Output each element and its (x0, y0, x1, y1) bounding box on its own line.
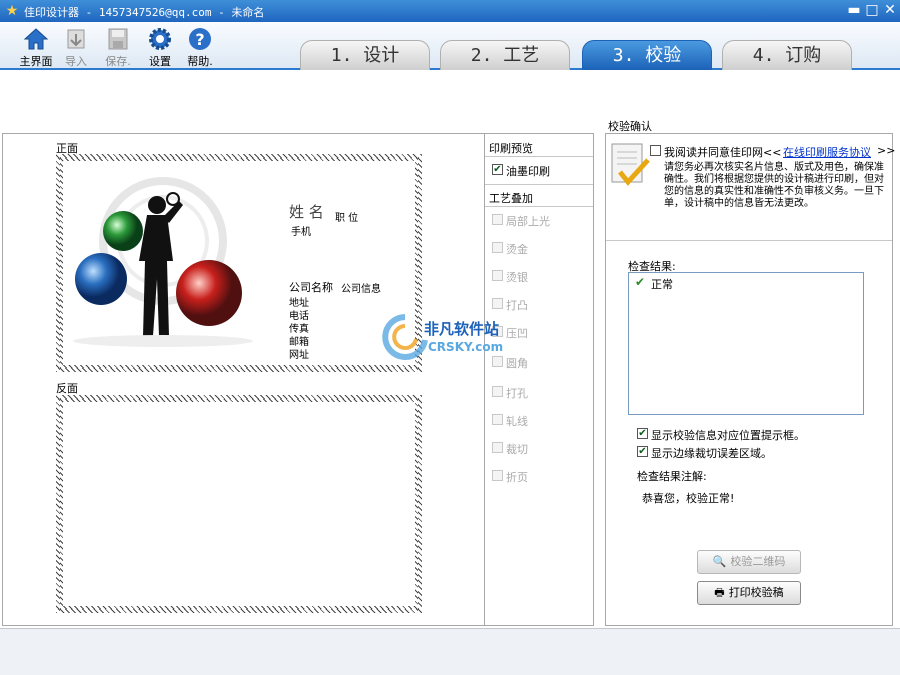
result-item: 正常 (651, 278, 673, 291)
craft-checkbox[interactable] (492, 470, 503, 481)
import-icon (67, 29, 85, 49)
home-button[interactable]: 主界面 (16, 24, 56, 68)
back-card (63, 402, 415, 606)
craft-checkbox[interactable] (492, 270, 503, 281)
craft-label: 打凸 (506, 299, 528, 312)
printer-icon: 🖶 (714, 586, 725, 599)
craft-checkbox[interactable] (492, 298, 503, 309)
craft-checkbox[interactable] (492, 242, 503, 253)
toolbar: 主界面 导入 保存. 设置 ? 帮助. 1. 设计 2. 工艺 3. 校验 4.… (0, 22, 900, 70)
card-company: 公司名称 (289, 281, 333, 294)
title-bar: ★ 佳印设计器 - 1457347526@qq.com - 未命名 ▬ □ ✕ (0, 0, 900, 22)
ink-print-checkbox[interactable]: ✔ (492, 164, 503, 175)
verify-title: 校验确认 (608, 120, 652, 133)
divider (606, 240, 892, 241)
watermark-text-en: CRSKY.com (428, 340, 504, 354)
agree-checkbox[interactable] (650, 145, 661, 156)
window-title: 佳印设计器 - 1457347526@qq.com - 未命名 (24, 6, 265, 19)
service-agreement-link[interactable]: 在线印刷服务协议 (783, 144, 871, 160)
qr-verify-button[interactable]: 🔍 校验二维码 (697, 550, 801, 574)
help-icon: ? (189, 28, 211, 50)
save-button[interactable]: 保存. (98, 24, 138, 68)
divider (485, 206, 593, 207)
watermark-text-cn: 非凡软件站 (424, 320, 500, 338)
card-position: 职 位 (335, 213, 359, 224)
craft-label: 烫银 (506, 271, 528, 284)
watermark-logo: 非凡软件站 CRSKY.com (380, 312, 520, 362)
result-list[interactable]: ✔ 正常 (628, 272, 864, 415)
back-card-frame (56, 395, 422, 613)
card-mobile: 手机 (291, 227, 311, 238)
show-position-checkbox[interactable]: ✔ (637, 428, 648, 439)
agree-text: 我阅读并同意佳印网<< (664, 146, 782, 159)
check-icon: ✔ (635, 275, 646, 289)
minimize-button[interactable]: ▬ (846, 3, 862, 19)
maximize-button[interactable]: □ (864, 3, 880, 19)
show-bleed-label: 显示边缘裁切误差区域。 (651, 447, 772, 460)
status-bar (0, 628, 900, 675)
clipboard-check-icon (611, 143, 650, 186)
app-star-icon: ★ (5, 3, 19, 19)
craft-title: 工艺叠加 (489, 192, 533, 205)
card-name: 姓 名 (289, 203, 324, 221)
print-proof-button[interactable]: 🖶 打印校验稿 (697, 581, 801, 605)
tab-design[interactable]: 1. 设计 (300, 40, 430, 70)
divider (485, 156, 593, 157)
notice-text: 请您务必再次核实名片信息、版式及用色，确保准确性。我们将根据您提供的设计稿进行印… (664, 162, 884, 209)
blue-globe (75, 253, 127, 305)
front-card-frame: 姓 名 职 位 手机 公司名称 公司信息 地址 电话 传真 邮箱 网址 (56, 154, 422, 372)
craft-label: 打孔 (506, 387, 528, 400)
tab-craft[interactable]: 2. 工艺 (440, 40, 570, 70)
agree-tail: >> (877, 144, 896, 157)
card-field: 网址 (289, 350, 309, 361)
card-company-info: 公司信息 (341, 284, 381, 295)
craft-label: 轧线 (506, 415, 528, 428)
save-icon (108, 28, 128, 50)
show-bleed-checkbox[interactable]: ✔ (637, 446, 648, 457)
green-globe (103, 211, 143, 251)
home-icon (23, 28, 49, 50)
settings-button[interactable]: 设置 (140, 24, 180, 68)
craft-checkbox[interactable] (492, 414, 503, 425)
import-button[interactable]: 导入 (56, 24, 96, 68)
craft-label: 烫金 (506, 243, 528, 256)
svg-text:?: ? (195, 30, 204, 49)
print-preview-title: 印刷预览 (489, 142, 533, 155)
craft-label: 局部上光 (506, 215, 550, 228)
search-icon: 🔍 (712, 555, 727, 568)
show-position-label: 显示校验信息对应位置提示框。 (651, 429, 805, 442)
craft-checkbox[interactable] (492, 214, 503, 225)
gear-icon (149, 28, 171, 50)
help-button[interactable]: ? 帮助. (180, 24, 220, 68)
close-button[interactable]: ✕ (882, 3, 898, 19)
red-globe (176, 260, 242, 326)
craft-label: 折页 (506, 471, 528, 484)
front-card: 姓 名 职 位 手机 公司名称 公司信息 地址 电话 传真 邮箱 网址 (63, 161, 415, 365)
back-label: 反面 (56, 382, 78, 395)
card-artwork (73, 177, 253, 347)
craft-label: 裁切 (506, 443, 528, 456)
craft-checkbox[interactable] (492, 442, 503, 453)
tab-order[interactable]: 4. 订购 (722, 40, 852, 70)
tab-verify[interactable]: 3. 校验 (582, 40, 712, 70)
watermark-swirl-icon (382, 314, 428, 360)
note-text: 恭喜您，校验正常! (642, 492, 735, 505)
silhouette-figure (139, 196, 183, 336)
craft-checkbox[interactable] (492, 386, 503, 397)
divider (485, 184, 593, 185)
ink-print-label: 油墨印刷 (506, 165, 550, 178)
note-label: 检查结果注解: (637, 470, 707, 483)
